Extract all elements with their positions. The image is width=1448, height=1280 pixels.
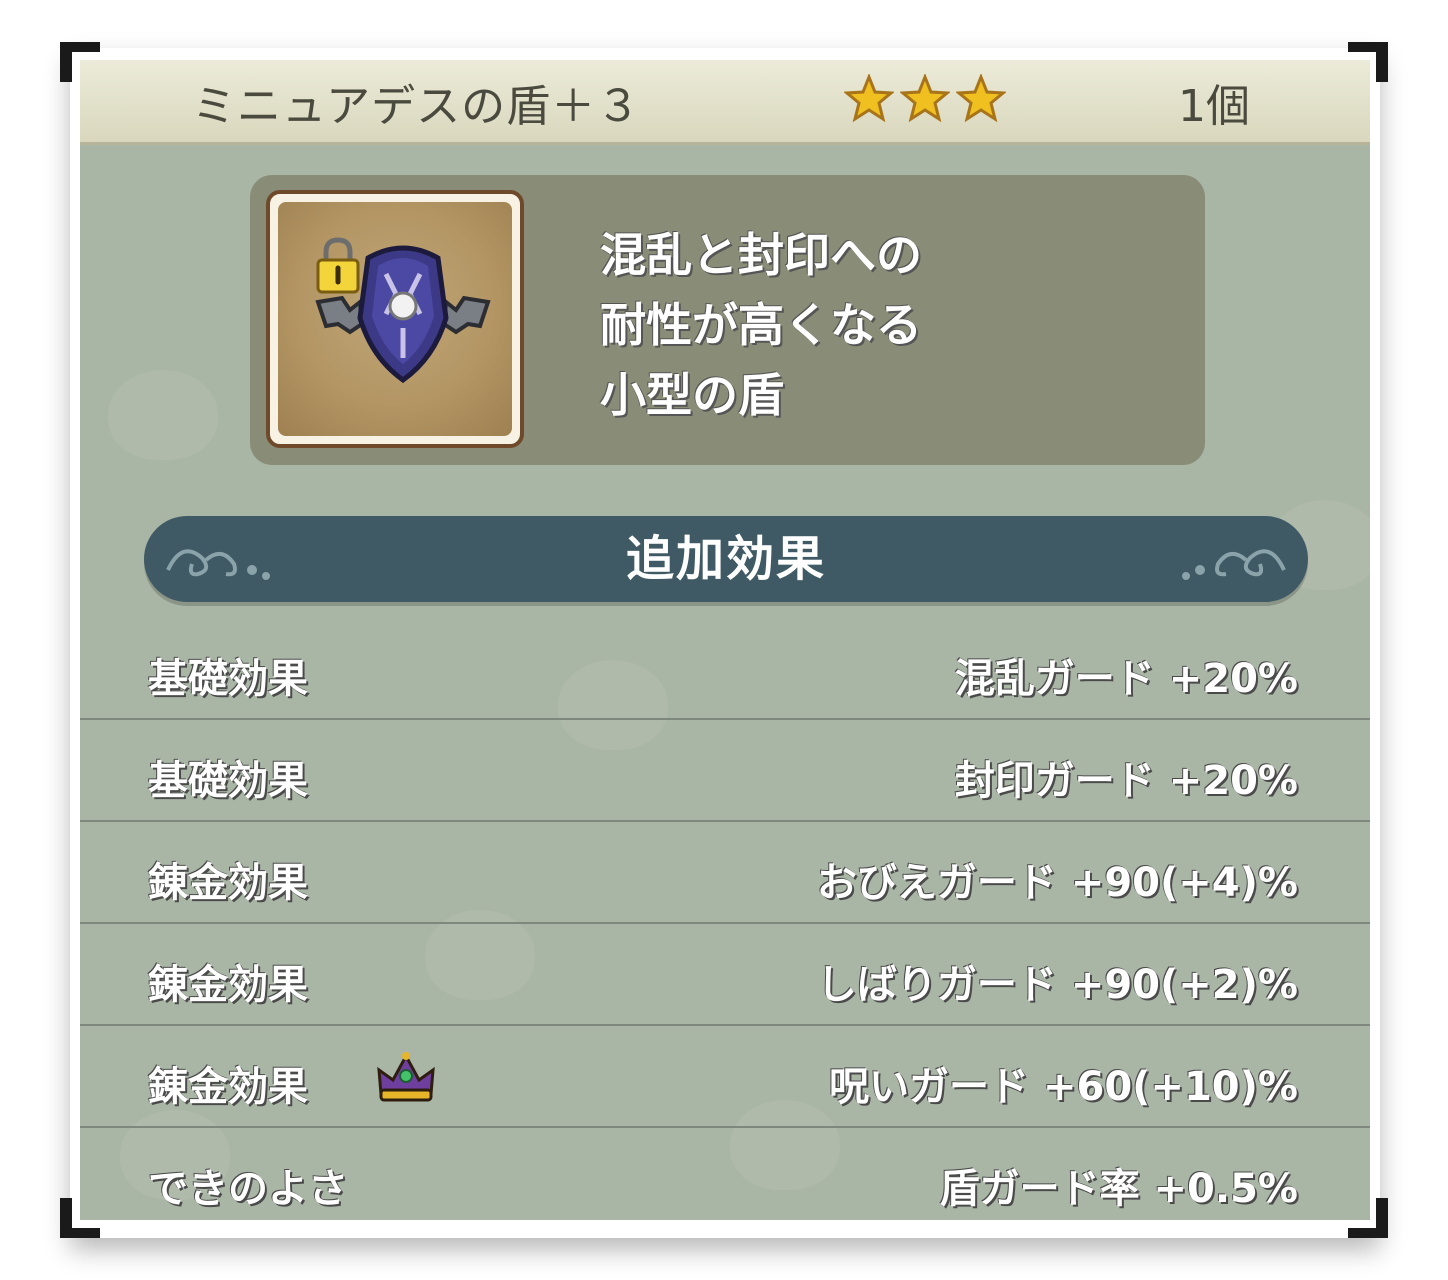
effect-row: 錬金効果 おびえガード +90(+4)% xyxy=(80,822,1370,924)
rarity-stars xyxy=(844,74,1006,124)
effect-value: 盾ガード率 +0.5% xyxy=(939,1166,1298,1212)
description-line: 小型の盾 xyxy=(600,368,784,422)
section-title: 追加効果 xyxy=(625,531,826,587)
effect-row: 錬金効果 呪いガード +60(+10)% xyxy=(80,1026,1370,1128)
item-name: ミニュアデスの盾＋３ xyxy=(192,81,642,132)
star-icon xyxy=(900,74,950,123)
frame-corner xyxy=(1348,42,1388,82)
crown-icon xyxy=(377,1052,435,1102)
frame-corner xyxy=(1348,1198,1388,1238)
flourish-ornament-icon xyxy=(1182,549,1286,580)
star-icon xyxy=(844,74,894,123)
effect-label: 錬金効果 xyxy=(148,860,308,906)
effect-value: おびえガード +90(+4)% xyxy=(816,860,1298,906)
item-detail-panel: ミニュアデスの盾＋３ 1個 混乱と封印への 耐性が高くなる 小型の盾 追加効果 … xyxy=(80,60,1370,1220)
effect-value: 混乱ガード +20% xyxy=(954,656,1298,702)
effect-value: 封印ガード +20% xyxy=(954,758,1298,804)
lock-icon xyxy=(316,237,360,294)
effect-row: 錬金効果 しばりガード +90(+2)% xyxy=(80,924,1370,1026)
effect-row: 基礎効果 混乱ガード +20% xyxy=(80,618,1370,720)
effect-row: 基礎効果 封印ガード +20% xyxy=(80,720,1370,822)
effect-value: しばりガード +90(+2)% xyxy=(816,962,1298,1008)
effect-label: 基礎効果 xyxy=(148,656,308,702)
item-icon-frame[interactable] xyxy=(266,190,524,448)
effect-label: 錬金効果 xyxy=(148,962,308,1008)
frame-corner xyxy=(60,1198,100,1238)
additional-effects-header: 追加効果 xyxy=(144,516,1308,602)
item-description: 混乱と封印への 耐性が高くなる 小型の盾 xyxy=(600,220,922,430)
item-icon-background xyxy=(278,202,512,436)
item-count: 1個 xyxy=(1178,81,1250,132)
description-line: 耐性が高くなる xyxy=(600,298,922,352)
effects-list: 基礎効果 混乱ガード +20% 基礎効果 封印ガード +20% 錬金効果 おびえ… xyxy=(80,618,1370,1220)
effect-label: 基礎効果 xyxy=(148,758,308,804)
effect-row: できのよさ 盾ガード率 +0.5% xyxy=(80,1128,1370,1220)
frame-corner xyxy=(60,42,100,82)
star-icon xyxy=(956,74,1006,123)
item-header: ミニュアデスの盾＋３ 1個 xyxy=(80,60,1370,145)
effect-label: 錬金効果 xyxy=(148,1064,308,1110)
effect-label: できのよさ xyxy=(148,1166,348,1212)
background-slime-pattern xyxy=(108,370,218,460)
effect-value: 呪いガード +60(+10)% xyxy=(829,1064,1298,1110)
description-line: 混乱と封印への xyxy=(600,228,922,282)
